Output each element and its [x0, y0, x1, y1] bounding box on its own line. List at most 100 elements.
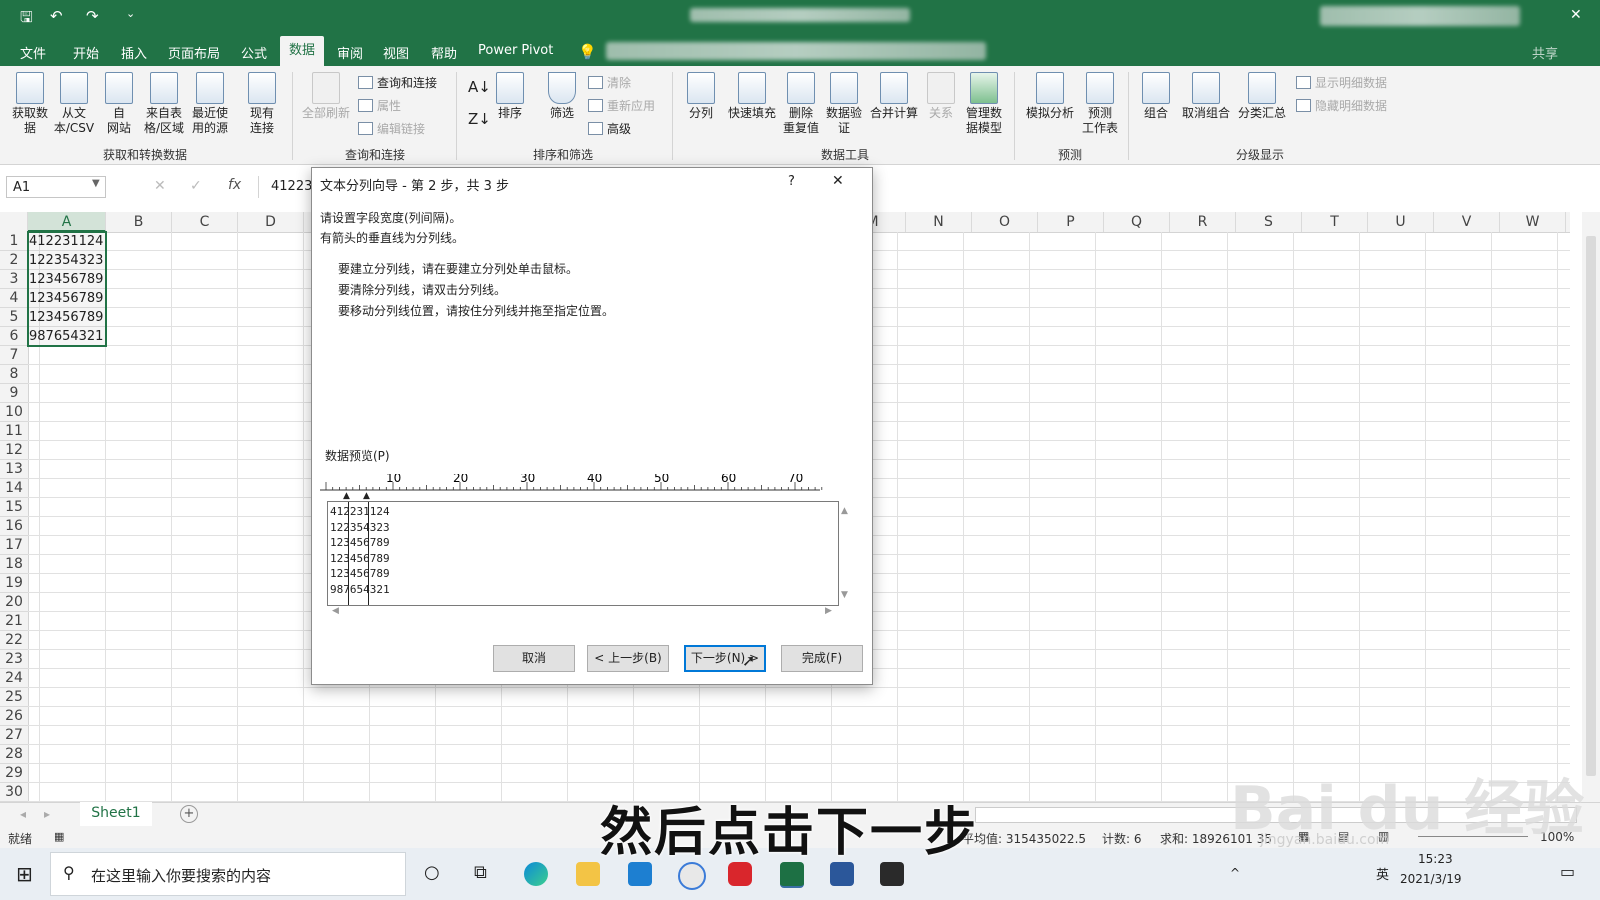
preview-scroll-right-icon[interactable]: ▶: [825, 606, 832, 616]
edit-links-button[interactable]: 编辑链接: [358, 120, 425, 137]
group-button[interactable]: 组合: [1136, 72, 1176, 121]
advanced-filter-button[interactable]: 高级: [588, 120, 631, 137]
ungroup-button[interactable]: 取消组合: [1178, 72, 1234, 121]
tab-formulas[interactable]: 公式: [241, 43, 267, 62]
file-explorer-icon[interactable]: [576, 862, 600, 886]
row-header[interactable]: 29: [0, 764, 28, 783]
sheet-tab-sheet1[interactable]: Sheet1: [80, 802, 152, 828]
scroll-sheets-right-icon[interactable]: ▸: [44, 807, 50, 821]
netease-music-icon[interactable]: [728, 862, 752, 886]
tab-data[interactable]: 数据: [280, 36, 325, 66]
sort-descending-icon[interactable]: Z↓: [468, 110, 491, 128]
from-text-csv-button[interactable]: 从文 本/CSV: [52, 72, 96, 136]
row-header[interactable]: 28: [0, 745, 28, 764]
column-header[interactable]: V: [1434, 212, 1500, 232]
row-header[interactable]: 22: [0, 631, 28, 650]
manage-data-model-button[interactable]: 管理数 据模型: [962, 72, 1006, 136]
from-web-button[interactable]: 自 网站: [100, 72, 138, 136]
reapply-button[interactable]: 重新应用: [588, 97, 655, 114]
column-header[interactable]: O: [972, 212, 1038, 232]
mail-icon[interactable]: [628, 862, 652, 886]
hide-detail-button[interactable]: 隐藏明细数据: [1296, 97, 1387, 114]
excel-icon[interactable]: [780, 862, 804, 888]
save-icon[interactable]: 🖫: [20, 7, 33, 32]
row-header[interactable]: 1: [0, 232, 28, 251]
show-detail-button[interactable]: 显示明细数据: [1296, 74, 1387, 91]
flash-fill-button[interactable]: 快速填充: [724, 72, 780, 121]
row-header[interactable]: 21: [0, 612, 28, 631]
row-header[interactable]: 9: [0, 384, 28, 403]
row-header[interactable]: 8: [0, 365, 28, 384]
back-button[interactable]: < 上一步(B): [587, 645, 669, 672]
row-header[interactable]: 11: [0, 422, 28, 441]
row-header[interactable]: 30: [0, 783, 28, 802]
column-header[interactable]: U: [1368, 212, 1434, 232]
tab-page-layout[interactable]: 页面布局: [168, 43, 220, 62]
sort-button[interactable]: 排序: [492, 72, 528, 121]
row-header[interactable]: 17: [0, 536, 28, 555]
row-header[interactable]: 10: [0, 403, 28, 422]
column-break-line[interactable]: [348, 502, 349, 605]
row-header[interactable]: 7: [0, 346, 28, 365]
tab-help[interactable]: 帮助: [431, 43, 457, 62]
macro-record-icon[interactable]: ▦: [54, 830, 64, 843]
row-header[interactable]: 13: [0, 460, 28, 479]
column-header[interactable]: R: [1170, 212, 1236, 232]
row-header[interactable]: 16: [0, 517, 28, 536]
tray-chevron-icon[interactable]: ^: [1230, 866, 1240, 880]
row-header[interactable]: 5: [0, 308, 28, 327]
break-arrow-icon[interactable]: ▲: [343, 491, 350, 501]
preview-scroll-left-icon[interactable]: ◀: [332, 606, 339, 616]
forecast-sheet-button[interactable]: 预测 工作表: [1078, 72, 1122, 136]
notification-icon[interactable]: ▭: [1560, 862, 1575, 881]
column-header[interactable]: S: [1236, 212, 1302, 232]
column-header[interactable]: Q: [1104, 212, 1170, 232]
customize-qat-icon[interactable]: ⌄: [126, 7, 135, 20]
dialog-close-button[interactable]: ✕: [832, 173, 844, 189]
break-arrow-icon[interactable]: ▲: [363, 491, 370, 501]
row-header[interactable]: 4: [0, 289, 28, 308]
windows-start-icon[interactable]: ⊞: [16, 862, 33, 886]
subtotal-button[interactable]: 分类汇总: [1234, 72, 1290, 121]
tab-insert[interactable]: 插入: [121, 43, 147, 62]
row-header[interactable]: 24: [0, 669, 28, 688]
row-header[interactable]: 25: [0, 688, 28, 707]
cancel-button[interactable]: 取消: [493, 645, 575, 672]
column-header[interactable]: N: [906, 212, 972, 232]
cancel-formula-icon[interactable]: ✕: [154, 178, 166, 194]
row-header[interactable]: 19: [0, 574, 28, 593]
column-header[interactable]: C: [172, 212, 238, 232]
row-header[interactable]: 23: [0, 650, 28, 669]
row-header[interactable]: 3: [0, 270, 28, 289]
undo-icon[interactable]: ↶: [50, 7, 63, 25]
preview-scroll-down-icon[interactable]: ▼: [841, 590, 848, 600]
name-box-dropdown-icon[interactable]: ▼: [92, 178, 100, 189]
existing-connections-button[interactable]: 现有 连接: [242, 72, 282, 136]
preview-scroll-up-icon[interactable]: ▲: [841, 506, 848, 516]
recent-sources-button[interactable]: 最近使 用的源: [188, 72, 232, 136]
what-if-analysis-button[interactable]: 模拟分析: [1022, 72, 1078, 121]
edge-icon[interactable]: [524, 862, 548, 886]
scroll-sheets-left-icon[interactable]: ◂: [20, 807, 26, 821]
paint-icon[interactable]: [678, 862, 706, 890]
tab-file[interactable]: 文件: [20, 43, 46, 62]
properties-button[interactable]: 属性: [358, 97, 401, 114]
row-header[interactable]: 12: [0, 441, 28, 460]
task-view-icon[interactable]: ⧉: [474, 862, 487, 883]
text-to-columns-button[interactable]: 分列: [682, 72, 720, 121]
select-all-corner[interactable]: [0, 212, 28, 232]
sort-ascending-icon[interactable]: A↓: [468, 78, 491, 96]
data-preview-box[interactable]: 412231124 122354323 123456789 123456789 1234…: [327, 501, 839, 606]
from-table-button[interactable]: 来自表 格/区域: [142, 72, 186, 136]
relationships-button[interactable]: 关系: [924, 72, 958, 121]
row-header[interactable]: 20: [0, 593, 28, 612]
consolidate-button[interactable]: 合并计算: [866, 72, 922, 121]
refresh-all-button[interactable]: 全部刷新: [300, 72, 352, 121]
word-icon[interactable]: [830, 862, 854, 886]
get-data-button[interactable]: 获取数 据: [8, 72, 52, 136]
ime-indicator[interactable]: 英: [1376, 864, 1389, 883]
column-header[interactable]: B: [106, 212, 172, 232]
cortana-icon[interactable]: ○: [424, 862, 440, 883]
clear-filter-button[interactable]: 清除: [588, 74, 631, 91]
tab-home[interactable]: 开始: [73, 43, 99, 62]
